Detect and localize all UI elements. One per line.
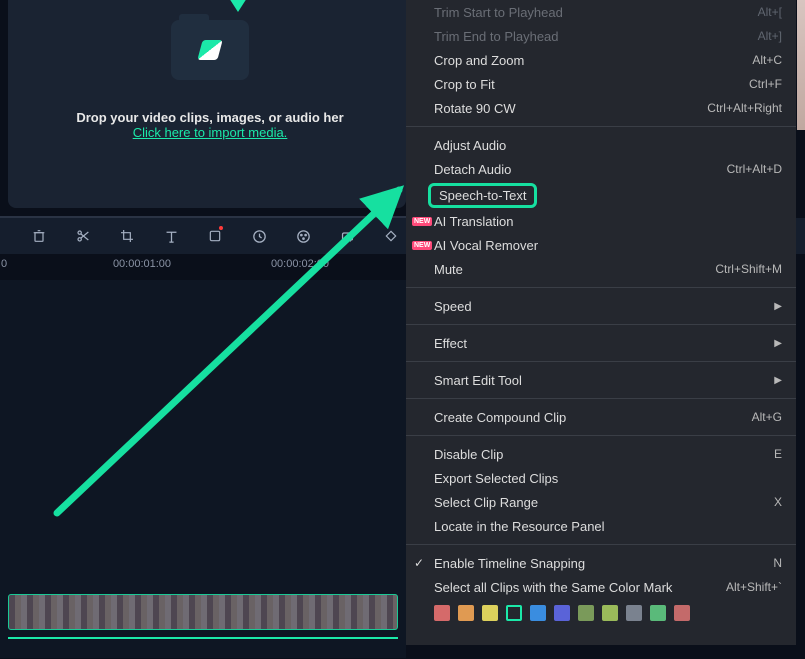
divider — [406, 544, 796, 545]
menu-detach-audio[interactable]: Detach AudioCtrl+Alt+D — [406, 157, 796, 181]
menu-ai-translation[interactable]: NEWAI Translation — [406, 209, 796, 233]
video-clip[interactable] — [8, 594, 398, 630]
menu-select-clip-range[interactable]: Select Clip RangeX — [406, 490, 796, 514]
menu-trim-start[interactable]: Trim Start to PlayheadAlt+[ — [406, 0, 796, 24]
menu-rotate[interactable]: Rotate 90 CWCtrl+Alt+Right — [406, 96, 796, 120]
menu-speed[interactable]: Speed▶ — [406, 294, 796, 318]
menu-smart-edit[interactable]: Smart Edit Tool▶ — [406, 368, 796, 392]
color-swatch[interactable] — [602, 605, 618, 621]
color-swatch[interactable] — [530, 605, 546, 621]
color-swatch[interactable] — [626, 605, 642, 621]
divider — [406, 361, 796, 362]
menu-speech-to-text[interactable]: Speech-to-Text — [406, 181, 796, 209]
divider — [406, 287, 796, 288]
square-icon[interactable] — [206, 227, 224, 245]
divider — [406, 435, 796, 436]
ruler-tick: 00:00:01:00 — [113, 258, 171, 270]
check-icon: ✓ — [414, 556, 424, 570]
effect-icon[interactable] — [338, 227, 356, 245]
color-mark-row — [406, 599, 796, 627]
divider — [406, 398, 796, 399]
import-folder-icon — [171, 20, 249, 80]
menu-export-selected[interactable]: Export Selected Clips — [406, 466, 796, 490]
menu-trim-end[interactable]: Trim End to PlayheadAlt+] — [406, 24, 796, 48]
keyframe-icon[interactable] — [382, 227, 400, 245]
new-badge: NEW — [412, 241, 432, 250]
menu-effect[interactable]: Effect▶ — [406, 331, 796, 355]
timeline[interactable] — [0, 280, 406, 658]
speed-icon[interactable] — [250, 227, 268, 245]
chevron-right-icon: ▶ — [774, 338, 782, 349]
drop-zone[interactable]: Drop your video clips, images, or audio … — [20, 0, 400, 140]
menu-compound-clip[interactable]: Create Compound ClipAlt+G — [406, 405, 796, 429]
menu-crop-fit[interactable]: Crop to FitCtrl+F — [406, 72, 796, 96]
chevron-right-icon: ▶ — [774, 375, 782, 386]
drop-text: Drop your video clips, images, or audio … — [20, 110, 400, 125]
color-swatch[interactable] — [578, 605, 594, 621]
color-icon[interactable] — [294, 227, 312, 245]
color-swatch[interactable] — [434, 605, 450, 621]
menu-select-same-color[interactable]: Select all Clips with the Same Color Mar… — [406, 575, 796, 599]
menu-ai-vocal-remover[interactable]: NEWAI Vocal Remover — [406, 233, 796, 257]
new-badge: NEW — [412, 217, 432, 226]
crop-icon[interactable] — [118, 227, 136, 245]
preview-edge — [797, 0, 805, 130]
menu-mute[interactable]: MuteCtrl+Shift+M — [406, 257, 796, 281]
menu-adjust-audio[interactable]: Adjust Audio — [406, 133, 796, 157]
timeline-ruler[interactable]: 0 00:00:01:00 00:00:02:00 — [0, 258, 406, 280]
menu-timeline-snapping[interactable]: ✓Enable Timeline SnappingN — [406, 551, 796, 575]
delete-icon[interactable] — [30, 227, 48, 245]
menu-crop-zoom[interactable]: Crop and ZoomAlt+C — [406, 48, 796, 72]
color-swatch[interactable] — [554, 605, 570, 621]
divider — [406, 324, 796, 325]
import-media-link[interactable]: Click here to import media. — [133, 125, 288, 140]
chevron-right-icon: ▶ — [774, 301, 782, 312]
menu-disable-clip[interactable]: Disable ClipE — [406, 442, 796, 466]
menu-locate-resource[interactable]: Locate in the Resource Panel — [406, 514, 796, 538]
clip-underline — [8, 637, 398, 639]
context-menu: Trim Start to PlayheadAlt+[ Trim End to … — [406, 0, 796, 645]
ruler-tick: 0 — [1, 258, 7, 270]
color-swatch[interactable] — [482, 605, 498, 621]
text-icon[interactable] — [162, 227, 180, 245]
color-swatch[interactable] — [650, 605, 666, 621]
color-swatch-active[interactable] — [506, 605, 522, 621]
color-swatch[interactable] — [674, 605, 690, 621]
ruler-tick: 00:00:02:00 — [271, 258, 329, 270]
color-swatch[interactable] — [458, 605, 474, 621]
divider — [406, 126, 796, 127]
scissors-icon[interactable] — [74, 227, 92, 245]
